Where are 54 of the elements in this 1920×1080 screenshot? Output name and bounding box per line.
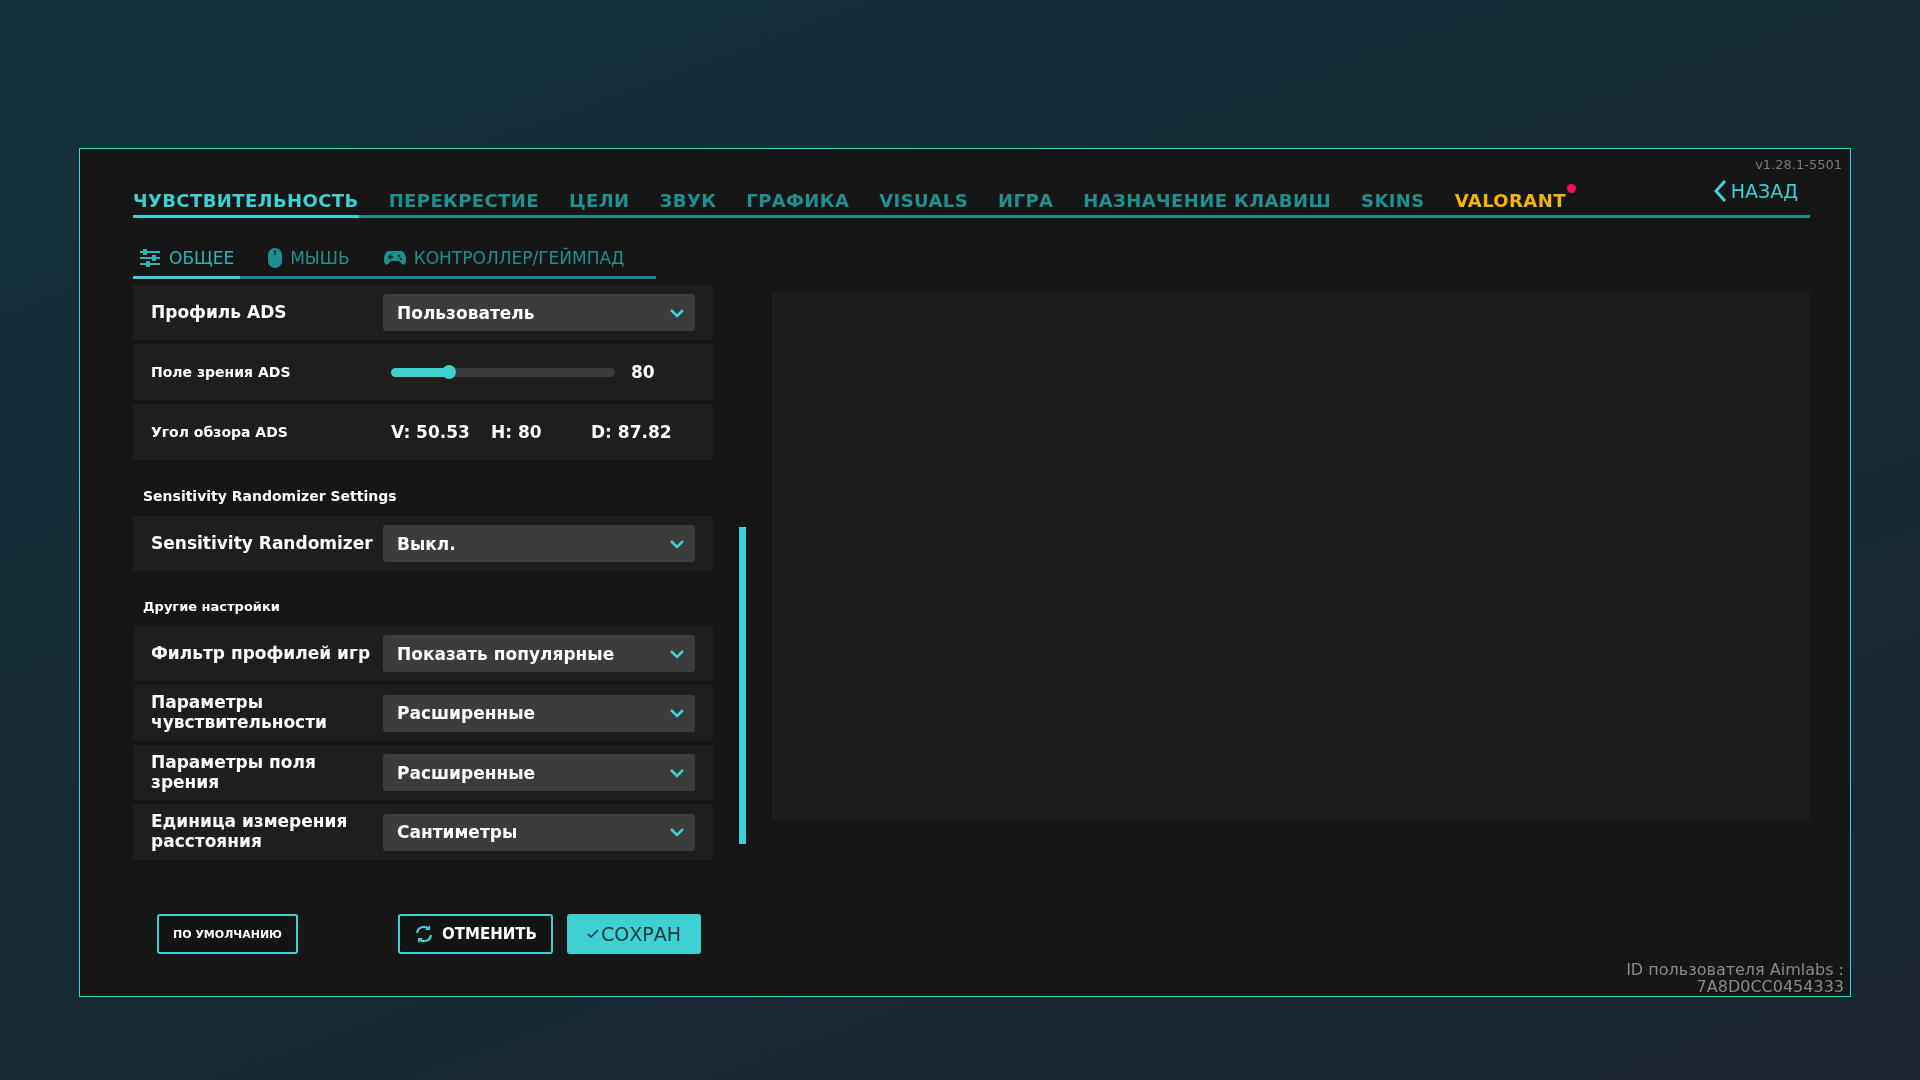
default-button[interactable]: ПО УМОЛЧАНИЮ — [157, 914, 299, 954]
user-id-text: ID пользователя Aimlabs : 7A8D0CC0454333 — [1626, 960, 1844, 996]
section-title: Sensitivity Randomizer Settings — [142, 487, 398, 506]
check-icon — [586, 929, 599, 939]
back-button[interactable]: НАЗАД — [1712, 179, 1810, 215]
chevron-down-icon — [669, 307, 685, 318]
save-button[interactable]: СОХРАН — [566, 914, 701, 954]
gamepad-icon — [383, 250, 406, 266]
nav-tab[interactable]: ИГРА — [998, 190, 1054, 218]
chevron-down-icon — [669, 538, 685, 549]
dropdown-select[interactable]: Сантиметры — [383, 813, 695, 851]
nav-tab[interactable]: ПЕРЕКРЕСТИЕ — [388, 190, 539, 218]
nav-tab[interactable]: ЧУВСТВИТЕЛЬНОСТЬ — [133, 190, 359, 218]
chevron-left-icon — [1712, 179, 1727, 203]
cancel-button[interactable]: ОТМЕНИТЬ — [398, 914, 553, 954]
dropdown-select[interactable]: Пользователь — [383, 294, 695, 331]
slider-thumb[interactable] — [442, 364, 457, 379]
chevron-down-icon — [669, 767, 685, 778]
scrollbar[interactable] — [739, 527, 746, 844]
slider-track[interactable] — [391, 367, 615, 377]
version-label: v1.28.1-5501 — [1755, 157, 1842, 174]
angle-value: D: 87.82 — [591, 422, 673, 442]
setting-label: Фильтр профилей игр — [151, 643, 372, 664]
slider-value: 80 — [631, 362, 655, 382]
nav-tab[interactable]: VALORANT — [1454, 190, 1566, 218]
mouse-icon — [268, 248, 283, 268]
nav-tab[interactable]: ЦЕЛИ — [568, 190, 630, 218]
section-title: Другие настройки — [142, 598, 281, 616]
setting-label: Единица измерения расстояния — [151, 812, 349, 852]
setting-label: Sensitivity Randomizer — [151, 533, 374, 554]
dropdown-select[interactable]: Показать популярные — [383, 635, 695, 672]
nav-tab[interactable]: ГРАФИКА — [746, 190, 850, 218]
sub-tab[interactable]: ОБЩЕЕ — [133, 248, 241, 279]
sub-tab[interactable]: КОНТРОЛЛЕР/ГЕЙМПАД — [377, 248, 631, 279]
angle-value: H: 80 — [491, 422, 543, 442]
nav-tab[interactable]: НАЗНАЧЕНИЕ КЛАВИШ — [1083, 190, 1332, 218]
setting-label: Параметры чувствительности — [151, 693, 328, 733]
sliders-icon — [139, 249, 161, 267]
sub-tab[interactable]: МЫШЬ — [262, 248, 356, 279]
dropdown-select[interactable]: Расширенные — [383, 694, 695, 732]
chevron-down-icon — [669, 648, 685, 659]
dropdown-select[interactable]: Выкл. — [383, 525, 695, 562]
nav-tab[interactable]: ЗВУК — [659, 190, 717, 218]
setting-label: Поле зрения ADS — [151, 363, 292, 381]
nav-tab[interactable]: SKINS — [1361, 190, 1425, 218]
angle-value: V: 50.53 — [391, 422, 471, 442]
setting-label: Угол обзора ADS — [151, 423, 289, 441]
setting-label: Профиль ADS — [151, 302, 288, 323]
setting-label: Параметры поля зрения — [151, 752, 317, 793]
chevron-down-icon — [669, 708, 685, 718]
refresh-icon — [414, 924, 435, 944]
chevron-down-icon — [669, 827, 685, 837]
nav-tab[interactable]: VISUALS — [879, 190, 969, 218]
dropdown-select[interactable]: Расширенные — [383, 754, 695, 791]
